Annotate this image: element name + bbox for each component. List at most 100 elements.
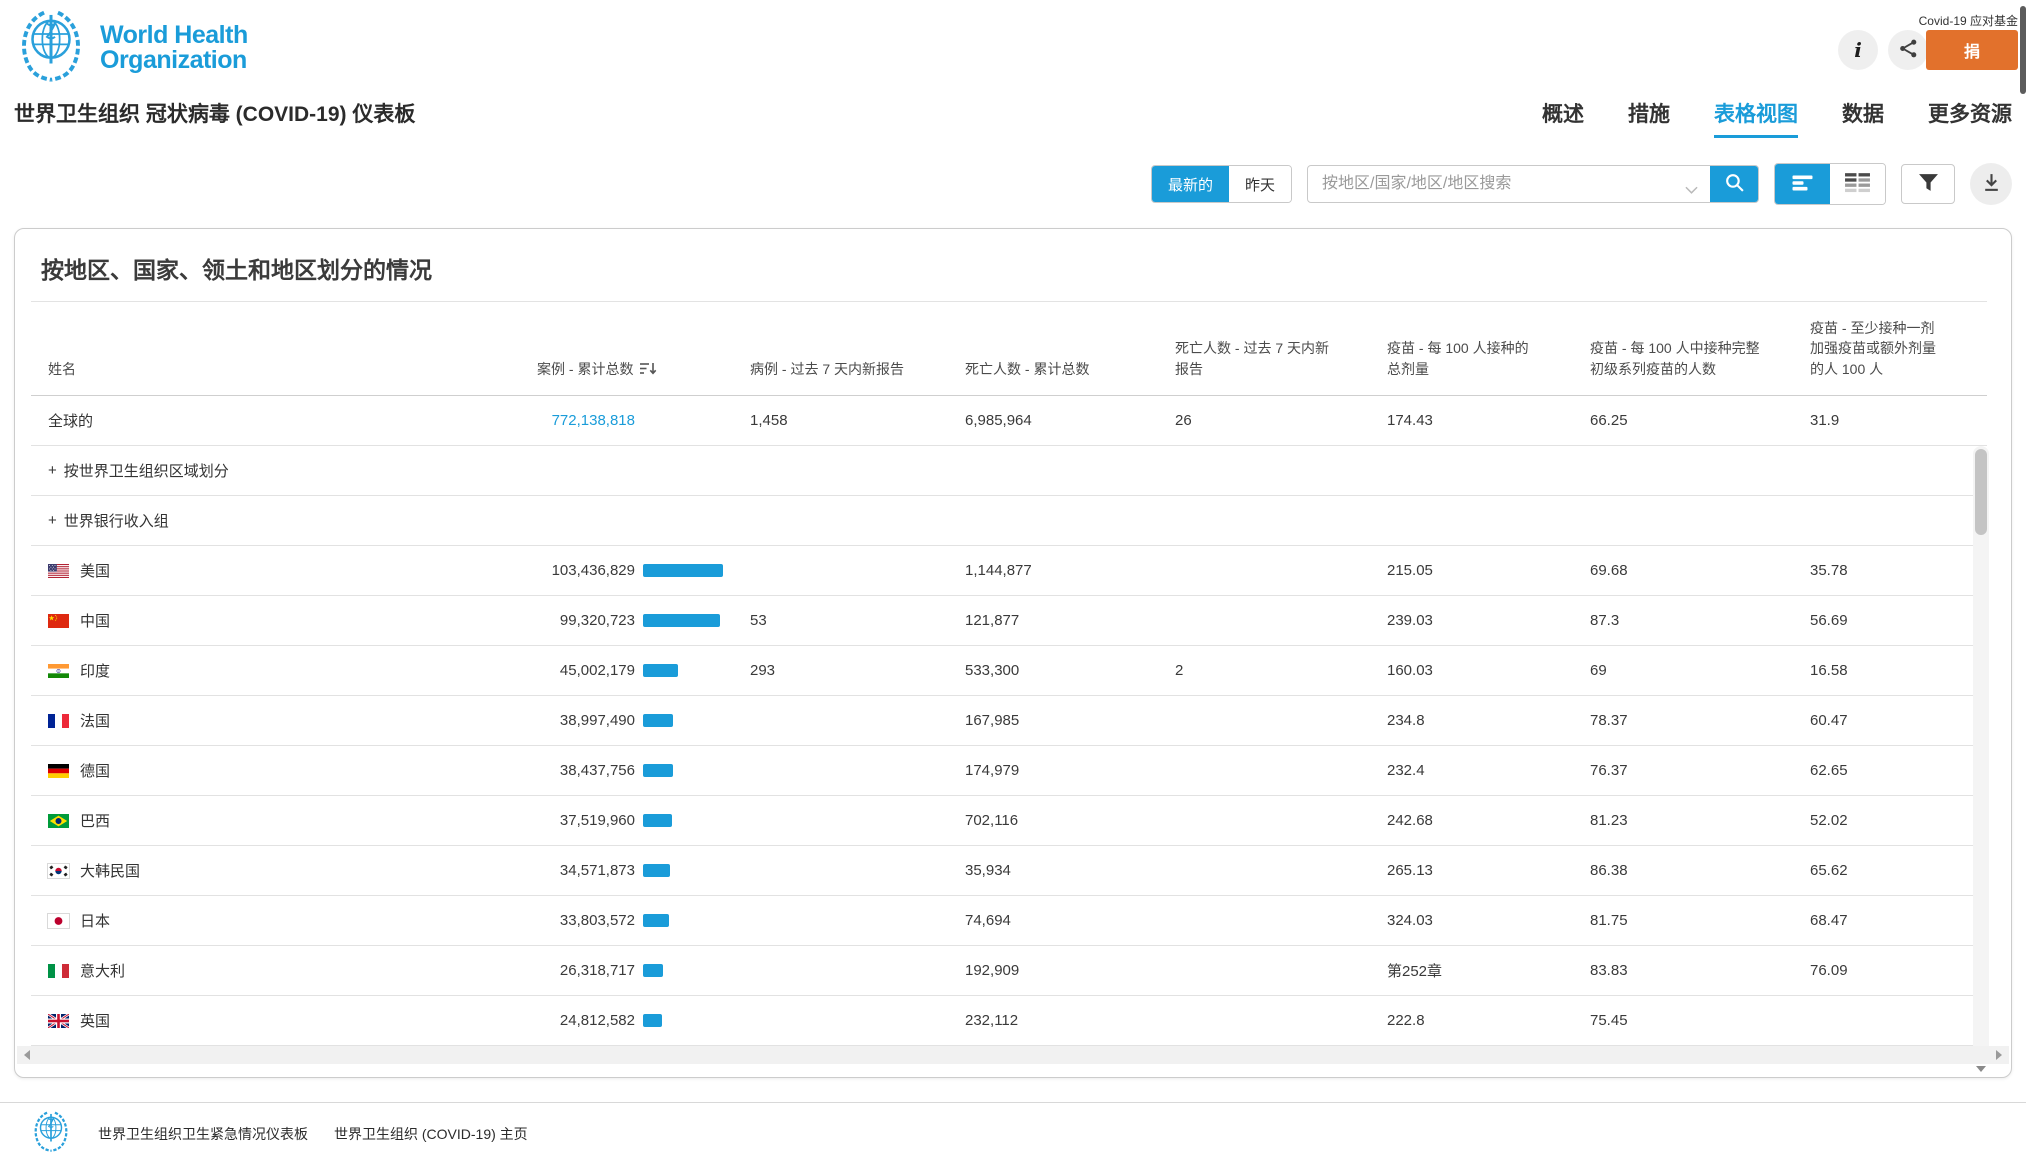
deaths-cumulative-value: 35,934 (965, 862, 1175, 879)
cases-new-7d-value: 293 (750, 662, 965, 679)
vax-primary-per100-value: 87.3 (1590, 612, 1810, 629)
who-logo[interactable]: World Health Organization (14, 8, 248, 87)
deaths-cumulative-value: 6,985,964 (965, 412, 1175, 429)
cases-cumulative-value: 33,803,572 (537, 912, 635, 929)
info-button[interactable]: i (1838, 30, 1878, 70)
bar-view-icon (1790, 173, 1815, 196)
column-header-vax_booster_per100[interactable]: 疫苗 - 至少接种一剂加强疫苗或额外剂量的人 100 人 (1810, 318, 1987, 395)
deaths-new-7d-value: 26 (1175, 412, 1387, 429)
nav-item-4[interactable]: 更多资源 (1928, 98, 2012, 138)
table-view-button[interactable] (1830, 164, 1885, 204)
table-row[interactable]: 英国24,812,582232,112222.875.45 (31, 996, 1987, 1046)
global-row[interactable]: 全球的772,138,8181,4586,985,96426174.4366.2… (31, 396, 1987, 446)
cases-cumulative-value: 38,437,756 (537, 762, 635, 779)
deaths-cumulative-value: 167,985 (965, 712, 1175, 729)
flag-jp-icon (48, 914, 69, 928)
footer: 世界卫生组织卫生紧急情况仪表板 世界卫生组织 (COVID-19) 主页 (30, 1110, 528, 1155)
toolbar: 最新的 昨天 (1151, 163, 2012, 205)
cases-bar (643, 714, 673, 727)
deaths-cumulative-value: 533,300 (965, 662, 1175, 679)
table-row[interactable]: 巴西37,519,960702,116242.6881.2352.02 (31, 796, 1987, 846)
expand-plus-icon: + (48, 462, 57, 479)
cases-bar (643, 664, 678, 677)
search-input[interactable] (1308, 166, 1710, 202)
footer-link-emergencies-dashboard[interactable]: 世界卫生组织卫生紧急情况仪表板 (98, 1124, 308, 1144)
search-icon (1724, 172, 1745, 196)
nav-item-1[interactable]: 措施 (1628, 98, 1670, 138)
vax-booster-per100-value: 56.69 (1810, 612, 1987, 629)
vax-primary-per100-value: 75.45 (1590, 1012, 1810, 1029)
scroll-left-arrow-icon[interactable] (24, 1050, 30, 1060)
bar-view-button[interactable] (1775, 164, 1830, 204)
vax-primary-per100-value: 81.75 (1590, 912, 1810, 929)
expandable-group-row-0[interactable]: +按世界卫生组织区域划分 (31, 446, 1987, 496)
column-header-vax_primary_per100[interactable]: 疫苗 - 每 100 人中接种完整初级系列疫苗的人数 (1590, 338, 1810, 395)
scroll-down-arrow[interactable] (1973, 1062, 1989, 1076)
table-row[interactable]: 中国99,320,72353121,877239.0387.356.69 (31, 596, 1987, 646)
covid-fund-label: Covid-19 应对基金 (1919, 12, 2018, 29)
chevron-down-icon[interactable] (1685, 181, 1698, 199)
column-header-deaths_cumulative[interactable]: 死亡人数 - 累计总数 (965, 359, 1175, 395)
row-name: 大韩民国 (80, 860, 140, 881)
row-name: 中国 (80, 610, 110, 631)
vertical-scrollbar-track[interactable] (1973, 446, 1989, 1062)
yesterday-toggle-button[interactable]: 昨天 (1229, 166, 1291, 202)
vax-primary-per100-value: 86.38 (1590, 862, 1810, 879)
footer-link-covid-home[interactable]: 世界卫生组织 (COVID-19) 主页 (334, 1124, 528, 1144)
expand-plus-icon: + (48, 512, 57, 529)
expandable-group-row-1[interactable]: +世界银行收入组 (31, 496, 1987, 546)
vax-doses-per100-value: 第252章 (1387, 960, 1590, 981)
column-header-label: 姓名 (48, 361, 76, 377)
vax-doses-per100-value: 160.03 (1387, 662, 1590, 679)
vertical-scrollbar-thumb[interactable] (1975, 449, 1987, 535)
share-button[interactable] (1888, 30, 1928, 70)
download-button[interactable] (1970, 163, 2012, 205)
search-button[interactable] (1710, 166, 1758, 202)
horizontal-scrollbar-track[interactable] (17, 1046, 2009, 1064)
table-row[interactable]: 法国38,997,490167,985234.878.3760.47 (31, 696, 1987, 746)
deaths-cumulative-value: 702,116 (965, 812, 1175, 829)
cases-cumulative-value: 45,002,179 (537, 662, 635, 679)
column-header-name[interactable]: 姓名 (31, 359, 537, 395)
column-header-cases_cumulative[interactable]: 案例 - 累计总数 (537, 359, 750, 395)
column-header-vax_doses_per100[interactable]: 疫苗 - 每 100 人接种的总剂量 (1387, 338, 1590, 395)
table-row[interactable]: 美国103,436,8291,144,877215.0569.6835.78 (31, 546, 1987, 596)
scroll-right-arrow-icon[interactable] (1996, 1050, 2002, 1060)
page-scrollbar-thumb[interactable] (2020, 6, 2026, 94)
cases-bar (643, 564, 723, 577)
vax-doses-per100-value: 215.05 (1387, 562, 1590, 579)
column-header-cases_new_7d[interactable]: 病例 - 过去 7 天内新报告 (750, 359, 965, 395)
logo-line1: World Health (100, 23, 248, 48)
column-header-deaths_new_7d[interactable]: 死亡人数 - 过去 7 天内新报告 (1175, 338, 1387, 395)
vax-booster-per100-value: 65.62 (1810, 862, 1987, 879)
filter-funnel-icon (1918, 173, 1939, 195)
nav-item-0[interactable]: 概述 (1542, 98, 1584, 138)
cases-bar-area (643, 814, 750, 827)
cases-bar (643, 1014, 662, 1027)
table-row[interactable]: 大韩民国34,571,87335,934265.1386.3865.62 (31, 846, 1987, 896)
search-box (1307, 165, 1759, 203)
table-row[interactable]: 印度45,002,179293533,3002160.036916.58 (31, 646, 1987, 696)
cases-cumulative-value: 24,812,582 (537, 1012, 635, 1029)
deaths-cumulative-value: 174,979 (965, 762, 1175, 779)
table-row[interactable]: 德国38,437,756174,979232.476.3762.65 (31, 746, 1987, 796)
nav-item-2[interactable]: 表格视图 (1714, 98, 1798, 138)
latest-toggle-button[interactable]: 最新的 (1152, 166, 1229, 202)
flag-gb-icon (48, 1014, 69, 1028)
flag-fr-icon (48, 714, 69, 728)
vax-doses-per100-value: 222.8 (1387, 1012, 1590, 1029)
vax-booster-per100-value: 52.02 (1810, 812, 1987, 829)
logo-line2: Organization (100, 48, 248, 73)
table-row[interactable]: 意大利26,318,717192,909第252章83.8376.09 (31, 946, 1987, 996)
cases-bar-area (643, 914, 750, 927)
table-row[interactable]: 日本33,803,57274,694324.0381.7568.47 (31, 896, 1987, 946)
cases-cumulative-value[interactable]: 772,138,818 (537, 412, 635, 429)
vax-doses-per100-value: 174.43 (1387, 412, 1590, 429)
donate-button[interactable]: 捐 (1926, 30, 2018, 70)
vax-booster-per100-value: 16.58 (1810, 662, 1987, 679)
who-logo-text: World Health Organization (100, 23, 248, 73)
nav-item-3[interactable]: 数据 (1842, 98, 1884, 138)
vax-primary-per100-value: 66.25 (1590, 412, 1810, 429)
cases-bar (643, 914, 669, 927)
filter-button[interactable] (1901, 164, 1955, 204)
